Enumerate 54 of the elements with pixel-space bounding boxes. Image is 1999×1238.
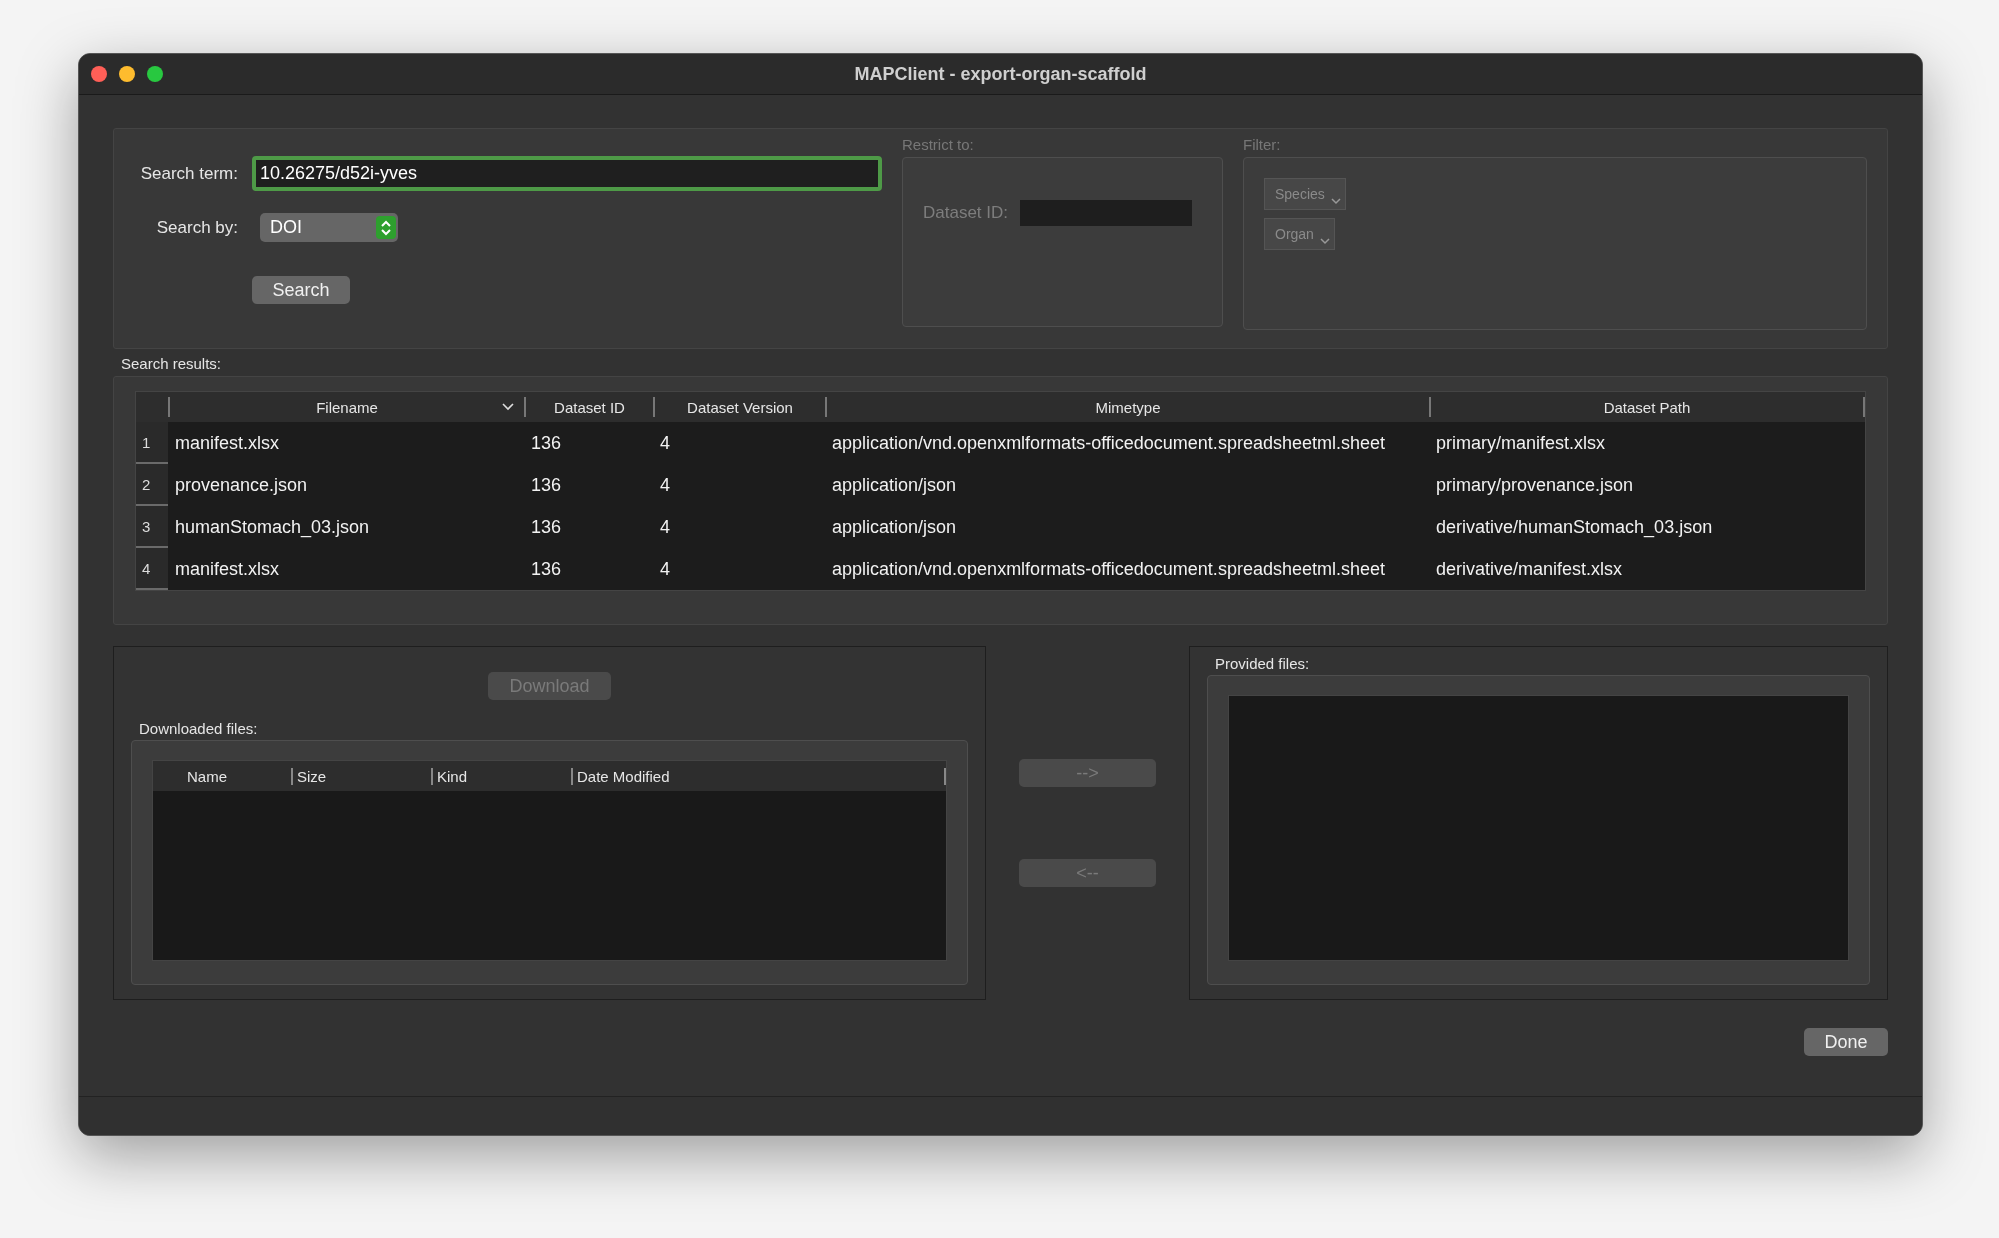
column-header[interactable]: Filename xyxy=(168,397,524,417)
provided-files-title: Provided files: xyxy=(1215,655,1311,672)
minimize-icon[interactable] xyxy=(119,66,135,82)
close-icon[interactable] xyxy=(91,66,107,82)
column-header[interactable]: Date Modified xyxy=(573,768,946,785)
column-header[interactable]: Kind xyxy=(433,768,573,785)
table-cell-text: application/json xyxy=(831,515,958,539)
table-cell-text: application/vnd.openxmlformats-officedocument.spreadsheetml.sheet xyxy=(831,557,1386,581)
search-by-label: Search by: xyxy=(156,217,238,238)
table-cell-text: derivative/humanStomach_03.json xyxy=(1435,515,1714,540)
column-header[interactable]: Name xyxy=(153,768,293,785)
search-by-dropdown[interactable]: DOI xyxy=(260,213,398,242)
column-header[interactable]: Size xyxy=(293,768,433,785)
row-number: 1 xyxy=(136,422,168,464)
chevron-icon xyxy=(1319,238,1330,245)
table-cell-text: manifest.xlsx xyxy=(174,431,281,455)
table-cell-text: 136 xyxy=(530,431,563,455)
table-cell-text: application/vnd.openxmlformats-officedocument.spreadsheetml.sheet xyxy=(831,431,1386,455)
table-cell-text: 136 xyxy=(530,557,563,581)
row-number: 4 xyxy=(136,548,168,590)
table-cell-text: application/json xyxy=(831,473,958,497)
restrict-title: Restrict to: xyxy=(902,136,975,153)
dataset-id-field[interactable] xyxy=(1020,200,1193,226)
column-header[interactable]: Mimetype xyxy=(825,397,1429,417)
sort-chevron-icon xyxy=(502,403,514,411)
table-cell-text: primary/provenance.json xyxy=(1435,473,1635,497)
downloaded-files-title: Downloaded files: xyxy=(139,720,259,737)
results-title: Search results: xyxy=(121,355,223,372)
table-cell-text: 4 xyxy=(659,431,671,455)
table-cell-text: manifest.xlsx xyxy=(174,557,281,581)
search-term-field[interactable]: 10.26275/d52i-yves xyxy=(252,156,882,191)
column-header[interactable]: Dataset Version xyxy=(653,397,825,417)
table-cell-text: 4 xyxy=(659,557,671,581)
search-term-label: Search term: xyxy=(140,163,238,184)
window-title: MAPClient - export-organ-scaffold xyxy=(854,63,1147,85)
table-cell-text: 136 xyxy=(530,473,563,497)
column-header[interactable]: Dataset ID xyxy=(524,397,653,417)
dataset-id-label: Dataset ID: xyxy=(923,203,1009,223)
table-cell-text: provenance.json xyxy=(174,473,309,497)
table-cell-text: 136 xyxy=(530,515,563,539)
chevron-icon xyxy=(1330,198,1341,205)
stepper-icon xyxy=(376,216,396,239)
table-cell-text: humanStomach_03.json xyxy=(174,515,371,540)
search-button[interactable]: Search xyxy=(252,276,350,304)
filter-title: Filter: xyxy=(1243,136,1282,153)
done-button[interactable]: Done xyxy=(1804,1028,1888,1056)
row-number: 2 xyxy=(136,464,168,506)
table-cell-text: 4 xyxy=(659,473,671,497)
zoom-icon[interactable] xyxy=(147,66,163,82)
table-cell-text: primary/manifest.xlsx xyxy=(1435,431,1607,455)
table-cell-text: 4 xyxy=(659,515,671,539)
column-header[interactable]: Dataset Path xyxy=(1429,397,1865,417)
table-cell-text: derivative/manifest.xlsx xyxy=(1435,557,1624,581)
row-number: 3 xyxy=(136,506,168,548)
